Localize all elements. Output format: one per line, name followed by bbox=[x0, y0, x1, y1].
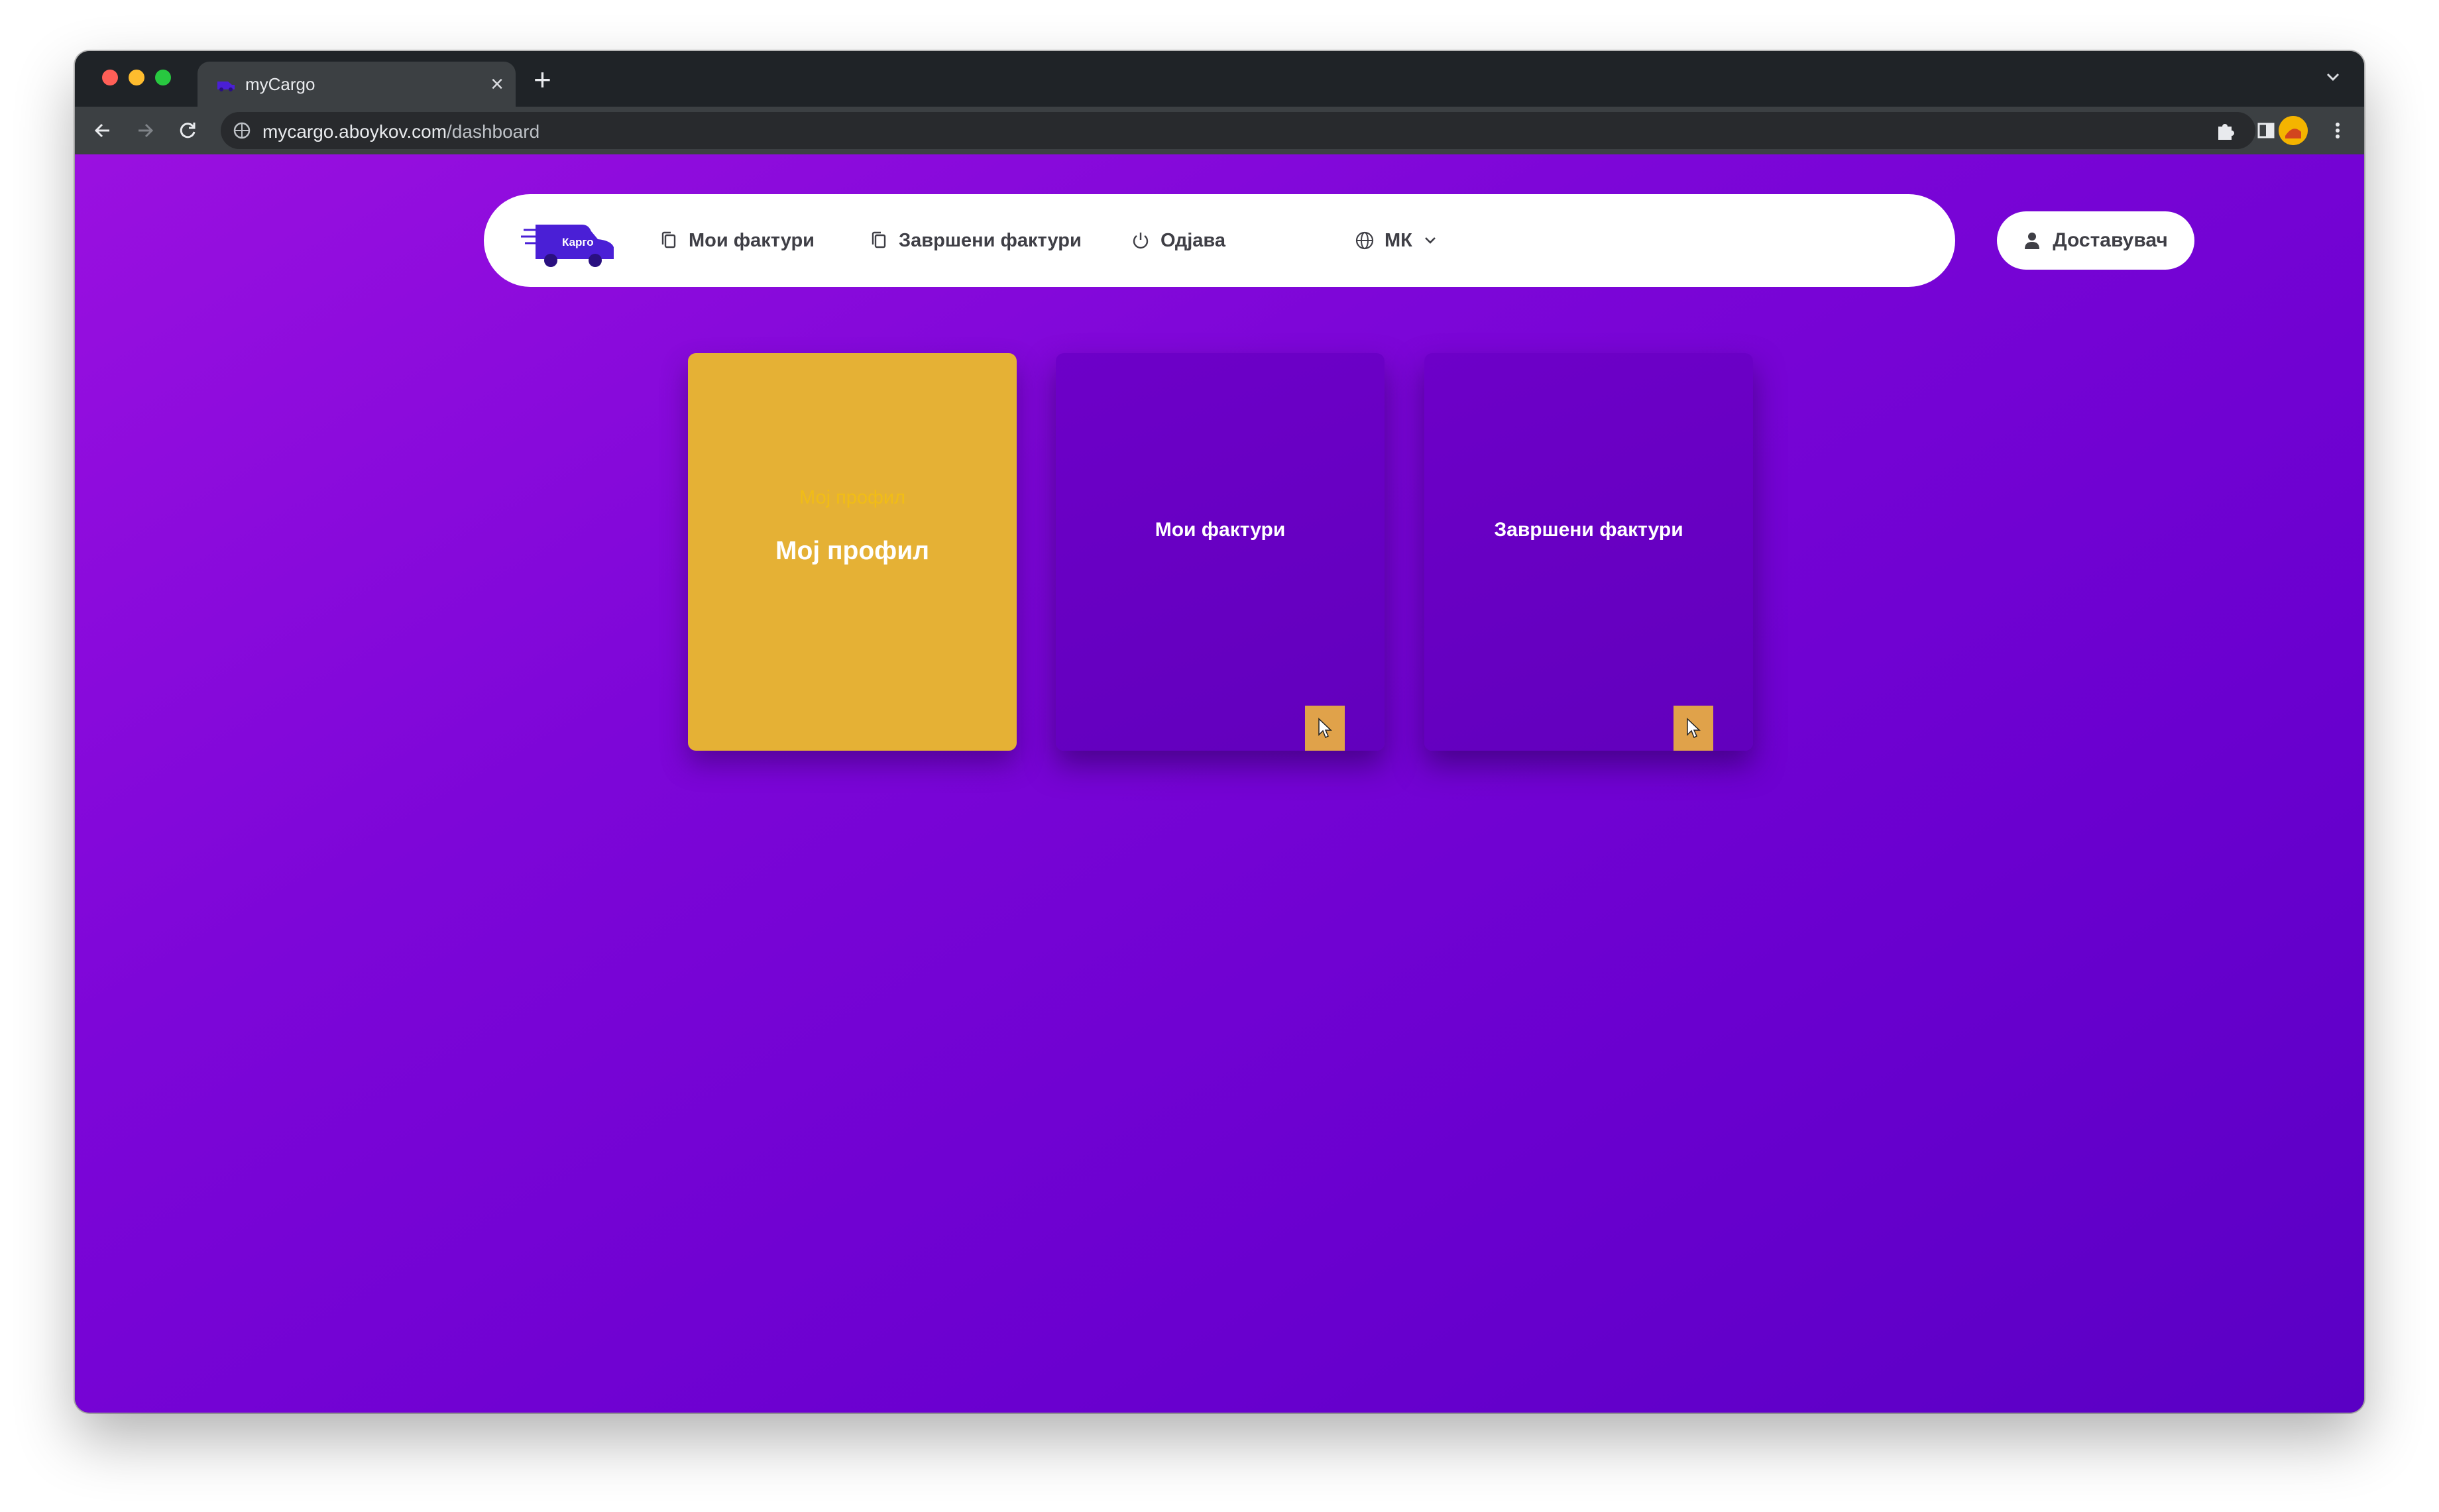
finished-invoices-card[interactable]: Завршени фактури bbox=[1424, 353, 1753, 751]
kargo-logo[interactable]: Карго bbox=[521, 215, 620, 268]
back-arrow-icon[interactable] bbox=[89, 117, 116, 144]
address-bar[interactable]: mycargo.aboykov.com/dashboard bbox=[221, 112, 2255, 149]
language-selector[interactable]: МК bbox=[1354, 226, 1439, 255]
user-role-label: Доставувач bbox=[2053, 229, 2168, 251]
finished-invoices-card-title: Завршени фактури bbox=[1494, 519, 1683, 541]
avatar-image-icon bbox=[2279, 116, 2308, 145]
language-label: МК bbox=[1385, 229, 1412, 251]
tab-title: myCargo bbox=[245, 74, 315, 94]
tab-strip: myCargo × + bbox=[75, 51, 2364, 107]
my-profile-card-title: Мој профил bbox=[775, 537, 930, 565]
my-profile-card[interactable]: Мој профил Мој профил bbox=[688, 353, 1017, 751]
tab-close-icon[interactable]: × bbox=[490, 71, 504, 97]
url-path: /dashboard bbox=[447, 121, 540, 142]
close-window-button[interactable] bbox=[102, 70, 118, 85]
browser-window: myCargo × + mycargo.aboykov.com/dashboar… bbox=[75, 51, 2364, 1413]
browser-toolbar: mycargo.aboykov.com/dashboard bbox=[75, 107, 2364, 154]
new-tab-button[interactable]: + bbox=[534, 63, 551, 96]
cursor-pointer-icon bbox=[1687, 718, 1701, 739]
url-host: mycargo.aboykov.com bbox=[262, 121, 447, 142]
nav-logout[interactable]: Одјава bbox=[1130, 226, 1225, 255]
chevron-down-icon bbox=[1424, 237, 1436, 244]
minimize-window-button[interactable] bbox=[129, 70, 144, 85]
site-info-icon[interactable] bbox=[233, 121, 251, 140]
side-panel-icon[interactable] bbox=[2253, 117, 2279, 144]
user-icon bbox=[2025, 233, 2040, 249]
my-invoices-open-button[interactable] bbox=[1305, 706, 1345, 751]
top-navbar: Карго Мои фактури Завршени фактури Одјав… bbox=[484, 194, 1955, 287]
dashboard-page: Карго Мои фактури Завршени фактури Одјав… bbox=[75, 154, 2364, 1413]
nav-finished-invoices[interactable]: Завршени фактури bbox=[868, 226, 1082, 255]
browser-tab[interactable]: myCargo × bbox=[198, 62, 516, 107]
zoom-window-button[interactable] bbox=[155, 70, 171, 85]
logo-text: Карго bbox=[562, 236, 594, 248]
kebab-menu-icon[interactable] bbox=[2324, 117, 2351, 144]
copy-icon bbox=[661, 231, 676, 248]
finished-invoices-open-button[interactable] bbox=[1673, 706, 1713, 751]
copy-icon bbox=[872, 231, 886, 248]
reload-icon[interactable] bbox=[174, 117, 201, 144]
truck-favicon-icon bbox=[217, 81, 235, 91]
nav-finished-invoices-label: Завршени фактури bbox=[899, 229, 1082, 251]
nav-logout-label: Одјава bbox=[1161, 229, 1226, 251]
my-invoices-card[interactable]: Мои фактури bbox=[1056, 353, 1385, 751]
nav-my-invoices-label: Мои фактури bbox=[689, 229, 815, 251]
my-profile-card-ghost-title: Мој профил bbox=[799, 487, 906, 508]
power-icon bbox=[1133, 233, 1149, 249]
my-invoices-card-title: Мои фактури bbox=[1155, 519, 1286, 541]
chevron-down-icon[interactable] bbox=[2322, 66, 2344, 88]
extensions-icon[interactable] bbox=[2212, 117, 2238, 144]
cursor-pointer-icon bbox=[1318, 718, 1332, 739]
globe-icon bbox=[1355, 231, 1374, 250]
url-text: mycargo.aboykov.com/dashboard bbox=[262, 121, 539, 142]
nav-my-invoices[interactable]: Мои фактури bbox=[658, 226, 815, 255]
forward-arrow-icon[interactable] bbox=[132, 117, 158, 144]
user-role-button[interactable]: Доставувач bbox=[1997, 211, 2194, 270]
profile-avatar[interactable] bbox=[2279, 116, 2308, 145]
